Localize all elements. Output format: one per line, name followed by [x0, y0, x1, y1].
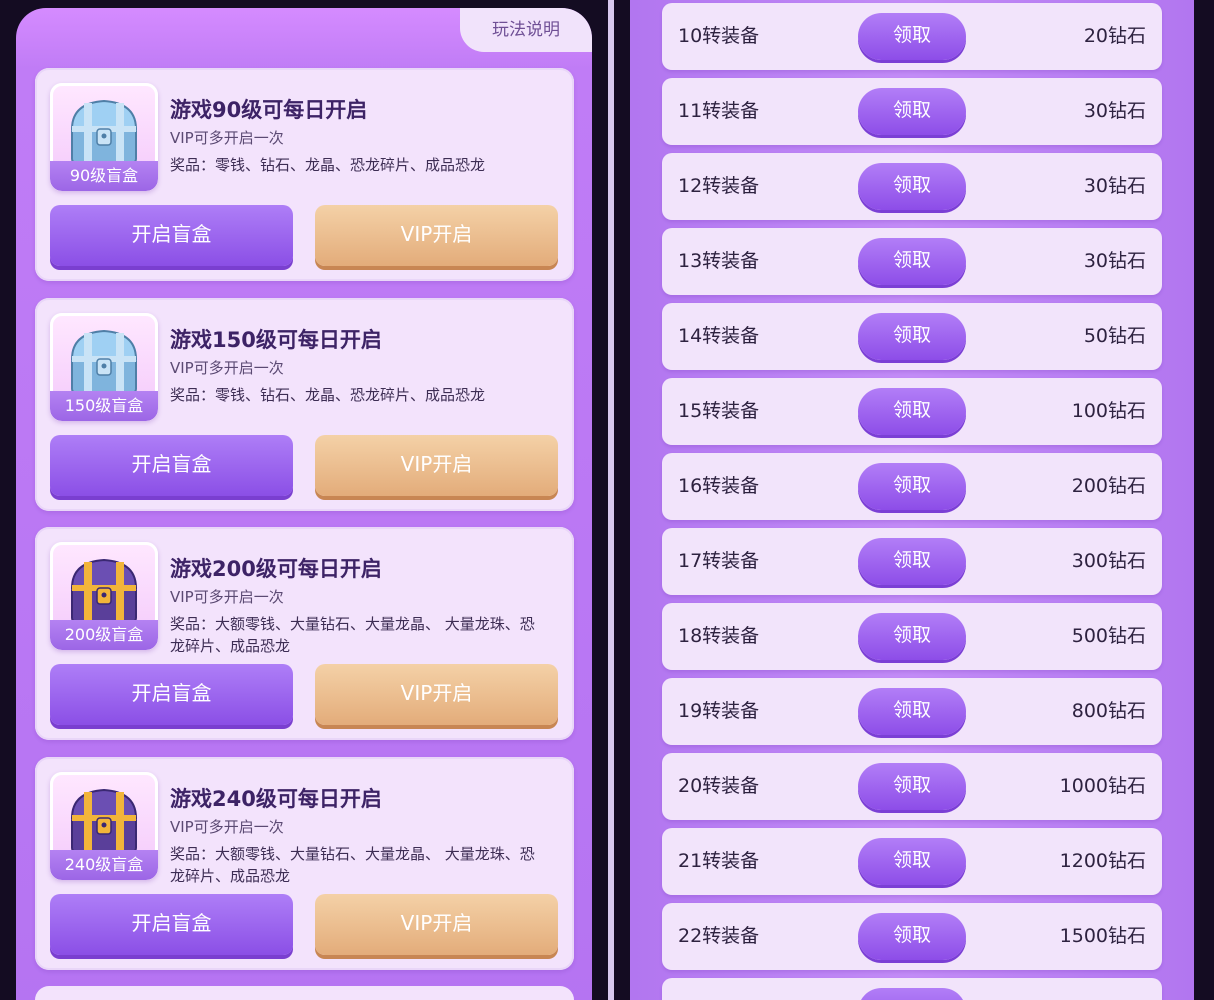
equipment-level-label: 21转装备 [678, 850, 760, 872]
claim-button[interactable]: 领取 [858, 838, 966, 885]
panel-divider [608, 0, 614, 1000]
diamond-reward: 800钻石 [1071, 700, 1146, 722]
claim-button[interactable]: 领取 [858, 163, 966, 210]
reward-row: 19转装备 领取 800钻石 [662, 678, 1162, 745]
card-title: 游戏90级可每日开启 [170, 98, 368, 122]
card-title: 游戏240级可每日开启 [170, 787, 382, 811]
reward-row: 13转装备 领取 30钻石 [662, 228, 1162, 295]
vip-open-button[interactable]: VIP开启 [315, 664, 558, 725]
gold-chest-icon [70, 788, 138, 853]
vip-open-button[interactable]: VIP开启 [315, 435, 558, 496]
prize-list: 奖品：大额零钱、大量钻石、大量龙晶、 大量龙珠、恐龙碎片、成品恐龙 [170, 845, 535, 885]
next-card-partial [35, 986, 574, 1000]
chest-thumbnail: 150级盲盒 [50, 313, 158, 421]
claim-button[interactable]: 领取 [858, 763, 966, 810]
claim-button[interactable]: 领取 [858, 88, 966, 135]
vip-note: VIP可多开启一次 [170, 129, 284, 147]
diamond-reward: 20钻石 [1083, 25, 1146, 47]
chest-thumbnail: 200级盲盒 [50, 542, 158, 650]
rules-tab[interactable]: 玩法说明 [460, 8, 592, 52]
diamond-reward: 1000钻石 [1059, 775, 1146, 797]
diamond-reward: 50钻石 [1083, 325, 1146, 347]
claim-button[interactable] [858, 988, 966, 1000]
vip-open-button[interactable]: VIP开启 [315, 894, 558, 955]
chest-level-label: 90级盲盒 [50, 161, 158, 191]
reward-row: 11转装备 领取 30钻石 [662, 78, 1162, 145]
chest-level-label: 240级盲盒 [50, 850, 158, 880]
card-title: 游戏150级可每日开启 [170, 328, 382, 352]
gold-chest-icon [70, 558, 138, 623]
vip-note: VIP可多开启一次 [170, 818, 284, 836]
prize-list: 奖品：零钱、钻石、龙晶、恐龙碎片、成品恐龙 [170, 386, 486, 404]
chest-level-label: 200级盲盒 [50, 620, 158, 650]
equipment-reward-panel: 10转装备 领取 20钻石 11转装备 领取 30钻石 12转装备 领取 30钻… [630, 0, 1194, 1000]
reward-row: 14转装备 领取 50钻石 [662, 303, 1162, 370]
open-box-button[interactable]: 开启盲盒 [50, 664, 293, 725]
vip-note: VIP可多开启一次 [170, 588, 284, 606]
equipment-level-label: 15转装备 [678, 400, 760, 422]
reward-row-partial [662, 978, 1162, 1000]
card-title: 游戏200级可每日开启 [170, 557, 382, 581]
equipment-level-label: 20转装备 [678, 775, 760, 797]
diamond-reward: 100钻石 [1071, 400, 1146, 422]
claim-button[interactable]: 领取 [858, 313, 966, 360]
open-box-button[interactable]: 开启盲盒 [50, 205, 293, 266]
reward-row: 12转装备 领取 30钻石 [662, 153, 1162, 220]
equipment-level-label: 17转装备 [678, 550, 760, 572]
diamond-reward: 1200钻石 [1059, 850, 1146, 872]
claim-button[interactable]: 领取 [858, 13, 966, 60]
equipment-level-label: 19转装备 [678, 700, 760, 722]
claim-button[interactable]: 领取 [858, 463, 966, 510]
open-box-button[interactable]: 开启盲盒 [50, 435, 293, 496]
reward-row: 22转装备 领取 1500钻石 [662, 903, 1162, 970]
reward-row: 10转装备 领取 20钻石 [662, 3, 1162, 70]
blind-box-card: 150级盲盒 游戏150级可每日开启 VIP可多开启一次 奖品：零钱、钻石、龙晶… [35, 298, 574, 511]
vip-open-button[interactable]: VIP开启 [315, 205, 558, 266]
chest-thumbnail: 240级盲盒 [50, 772, 158, 880]
claim-button[interactable]: 领取 [858, 388, 966, 435]
diamond-reward: 300钻石 [1071, 550, 1146, 572]
prize-list: 奖品：零钱、钻石、龙晶、恐龙碎片、成品恐龙 [170, 156, 486, 174]
diamond-reward: 200钻石 [1071, 475, 1146, 497]
reward-row: 17转装备 领取 300钻石 [662, 528, 1162, 595]
equipment-level-label: 22转装备 [678, 925, 760, 947]
open-box-button[interactable]: 开启盲盒 [50, 894, 293, 955]
diamond-reward: 500钻石 [1071, 625, 1146, 647]
equipment-level-label: 10转装备 [678, 25, 760, 47]
reward-row: 16转装备 领取 200钻石 [662, 453, 1162, 520]
silver-chest-icon [70, 329, 138, 394]
prize-list: 奖品：大额零钱、大量钻石、大量龙晶、 大量龙珠、恐龙碎片、成品恐龙 [170, 615, 535, 655]
reward-row: 18转装备 领取 500钻石 [662, 603, 1162, 670]
vip-note: VIP可多开启一次 [170, 359, 284, 377]
blind-box-card: 240级盲盒 游戏240级可每日开启 VIP可多开启一次 奖品：大额零钱、大量钻… [35, 757, 574, 970]
equipment-level-label: 12转装备 [678, 175, 760, 197]
diamond-reward: 30钻石 [1083, 175, 1146, 197]
claim-button[interactable]: 领取 [858, 613, 966, 660]
diamond-reward: 30钻石 [1083, 250, 1146, 272]
reward-row: 20转装备 领取 1000钻石 [662, 753, 1162, 820]
blind-box-card: 200级盲盒 游戏200级可每日开启 VIP可多开启一次 奖品：大额零钱、大量钻… [35, 527, 574, 740]
claim-button[interactable]: 领取 [858, 238, 966, 285]
blind-box-card: 90级盲盒 游戏90级可每日开启 VIP可多开启一次 奖品：零钱、钻石、龙晶、恐… [35, 68, 574, 281]
diamond-reward: 1500钻石 [1059, 925, 1146, 947]
equipment-level-label: 13转装备 [678, 250, 760, 272]
equipment-level-label: 11转装备 [678, 100, 760, 122]
equipment-level-label: 18转装备 [678, 625, 760, 647]
diamond-reward: 30钻石 [1083, 100, 1146, 122]
claim-button[interactable]: 领取 [858, 688, 966, 735]
reward-row: 21转装备 领取 1200钻石 [662, 828, 1162, 895]
claim-button[interactable]: 领取 [858, 538, 966, 585]
reward-row: 15转装备 领取 100钻石 [662, 378, 1162, 445]
silver-chest-icon [70, 99, 138, 164]
equipment-level-label: 14转装备 [678, 325, 760, 347]
claim-button[interactable]: 领取 [858, 913, 966, 960]
blind-box-panel: 玩法说明 90级盲盒 游戏90级可每日开启 VIP可多开启一次 奖品：零钱、钻石… [16, 8, 592, 1000]
equipment-level-label: 16转装备 [678, 475, 760, 497]
chest-thumbnail: 90级盲盒 [50, 83, 158, 191]
chest-level-label: 150级盲盒 [50, 391, 158, 421]
